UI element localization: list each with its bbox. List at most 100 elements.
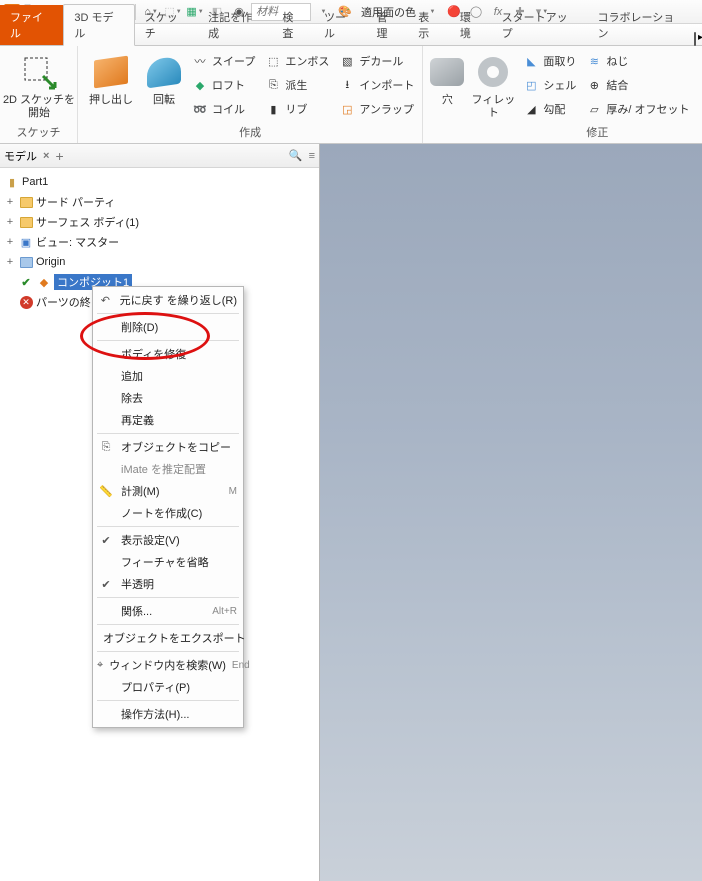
thread-icon: ≋ bbox=[586, 53, 602, 69]
ctx-remove[interactable]: 除去 bbox=[93, 387, 243, 409]
chamfer-label: 面取り bbox=[543, 53, 576, 69]
ctx-suppress-feature-label: フィーチャを省略 bbox=[121, 554, 237, 570]
derive-label: 派生 bbox=[285, 77, 307, 93]
folder-icon bbox=[18, 254, 34, 270]
ctx-translucent[interactable]: ✔半透明 bbox=[93, 573, 243, 595]
rib-button[interactable]: ▮リブ bbox=[261, 98, 333, 120]
start-2d-sketch-button[interactable]: 2D スケッチを 開始 bbox=[4, 50, 74, 119]
thicken-button[interactable]: ▱厚み/ オフセット bbox=[582, 98, 693, 120]
ctx-add[interactable]: 追加 bbox=[93, 365, 243, 387]
revolve-button[interactable]: 回転 bbox=[142, 50, 186, 107]
separator bbox=[97, 651, 239, 652]
thread-label: ねじ bbox=[606, 53, 628, 69]
chamfer-icon: ◣ bbox=[523, 53, 539, 69]
expander-icon[interactable]: + bbox=[4, 256, 16, 268]
split-button[interactable]: ⎅分割 bbox=[695, 50, 702, 72]
tab-startup[interactable]: スタートアップ bbox=[492, 5, 588, 45]
direct-button[interactable]: ✦ダイレク bbox=[695, 74, 702, 96]
ctx-repair-body[interactable]: ボディを修復 bbox=[93, 343, 243, 365]
tab-collaborate[interactable]: コラボレーション bbox=[588, 5, 695, 45]
browser-title: モデル bbox=[4, 148, 37, 164]
expander-icon[interactable]: + bbox=[4, 216, 16, 228]
tree-part-label: Part1 bbox=[22, 176, 48, 188]
tab-file[interactable]: ファイル bbox=[0, 5, 63, 45]
separator bbox=[97, 313, 239, 314]
emboss-button[interactable]: ⬚エンボス bbox=[261, 50, 333, 72]
ctx-how-to[interactable]: 操作方法(H)... bbox=[93, 703, 243, 725]
search-icon[interactable]: 🔍 bbox=[289, 149, 303, 162]
browser-close-icon[interactable]: × bbox=[43, 150, 49, 162]
tab-manage[interactable]: 管理 bbox=[367, 5, 409, 45]
tab-inspect[interactable]: 検査 bbox=[272, 5, 314, 45]
ctx-measure[interactable]: 📏計測(M)M bbox=[93, 480, 243, 502]
coil-button[interactable]: ➿コイル bbox=[188, 98, 259, 120]
hole-button[interactable]: 穴 bbox=[427, 50, 467, 107]
revolve-label: 回転 bbox=[153, 94, 175, 107]
extrude-button[interactable]: 押し出し bbox=[82, 50, 140, 107]
check-icon: ✔ bbox=[97, 534, 115, 547]
combine-button[interactable]: ⊕結合 bbox=[582, 74, 693, 96]
copy-icon: ⎘ bbox=[97, 441, 115, 454]
panel-sketch-title: スケッチ bbox=[0, 124, 77, 143]
delete-face-button[interactable]: ✖面を 削 bbox=[695, 98, 702, 120]
ctx-measure-label: 計測(M) bbox=[121, 483, 223, 499]
ctx-redefine[interactable]: 再定義 bbox=[93, 409, 243, 431]
loft-button[interactable]: ◆ロフト bbox=[188, 74, 259, 96]
folder-icon bbox=[18, 214, 34, 230]
tab-view[interactable]: 表示 bbox=[408, 5, 450, 45]
derive-button[interactable]: ⎘派生 bbox=[261, 74, 333, 96]
panel-modify-title: 修正 bbox=[423, 124, 702, 143]
find-icon: ⌖ bbox=[97, 659, 103, 672]
tree-origin[interactable]: +Origin bbox=[0, 252, 319, 272]
sweep-button[interactable]: 〰スイープ bbox=[188, 50, 259, 72]
coil-label: コイル bbox=[212, 101, 245, 117]
ctx-create-note[interactable]: ノートを作成(C) bbox=[93, 502, 243, 524]
tree-part[interactable]: ▮Part1 bbox=[0, 172, 319, 192]
ctx-export-object[interactable]: オブジェクトをエクスポート bbox=[93, 627, 243, 649]
tab-sketch[interactable]: スケッチ bbox=[135, 5, 198, 45]
hole-label: 穴 bbox=[442, 94, 453, 107]
tab-environments[interactable]: 環境 bbox=[450, 5, 492, 45]
resume-icon[interactable] bbox=[694, 32, 696, 46]
ctx-create-note-label: ノートを作成(C) bbox=[121, 505, 237, 521]
ctx-delete[interactable]: 削除(D) bbox=[93, 316, 243, 338]
tree-surface-bodies[interactable]: +サーフェス ボディ(1) bbox=[0, 212, 319, 232]
unwrap-button[interactable]: ◲アンラップ bbox=[335, 98, 418, 120]
tree-view-master[interactable]: +▣ビュー: マスター bbox=[0, 232, 319, 252]
tree-third-party[interactable]: +サード パーティ bbox=[0, 192, 319, 212]
shell-button[interactable]: ◰シェル bbox=[519, 74, 580, 96]
ctx-repeat-undo[interactable]: ↶元に戻す を繰り返し(R) bbox=[93, 289, 243, 311]
combine-label: 結合 bbox=[606, 77, 628, 93]
browser-add-icon[interactable]: + bbox=[55, 148, 63, 164]
separator bbox=[97, 340, 239, 341]
expander-icon[interactable]: + bbox=[4, 236, 16, 248]
ctx-suppress-feature[interactable]: フィーチャを省略 bbox=[93, 551, 243, 573]
shell-label: シェル bbox=[543, 77, 576, 93]
ctx-properties[interactable]: プロパティ(P) bbox=[93, 676, 243, 698]
ctx-how-to-label: 操作方法(H)... bbox=[121, 706, 237, 722]
unwrap-icon: ◲ bbox=[339, 101, 355, 117]
import-button[interactable]: ⭳インポート bbox=[335, 74, 418, 96]
loft-label: ロフト bbox=[212, 77, 245, 93]
decal-button[interactable]: ▧デカール bbox=[335, 50, 418, 72]
ctx-infer-imates[interactable]: iMate を推定配置 bbox=[93, 458, 243, 480]
thread-button[interactable]: ≋ねじ bbox=[582, 50, 693, 72]
ctx-find-in-window[interactable]: ⌖ウィンドウ内を検索(W)End bbox=[93, 654, 243, 676]
tab-annotate[interactable]: 注記を作成 bbox=[198, 5, 272, 45]
ctx-copy-object-label: オブジェクトをコピー bbox=[121, 439, 237, 455]
ctx-display-settings[interactable]: ✔ 表示設定(V) bbox=[93, 529, 243, 551]
tab-3d-model[interactable]: 3D モデル bbox=[63, 4, 134, 46]
menu-icon[interactable]: ≡ bbox=[309, 150, 315, 162]
expander-icon[interactable]: + bbox=[4, 196, 16, 208]
ctx-relationships-shortcut: Alt+R bbox=[212, 606, 237, 617]
tab-tools[interactable]: ツール bbox=[314, 5, 367, 45]
chamfer-button[interactable]: ◣面取り bbox=[519, 50, 580, 72]
ctx-copy-object[interactable]: ⎘ オブジェクトをコピー bbox=[93, 436, 243, 458]
draft-button[interactable]: ◢勾配 bbox=[519, 98, 580, 120]
ctx-relationships[interactable]: 関係...Alt+R bbox=[93, 600, 243, 622]
fillet-button[interactable]: フィレット bbox=[469, 50, 517, 119]
ctx-display-settings-label: 表示設定(V) bbox=[121, 532, 237, 548]
panel-sketch: 2D スケッチを 開始 スケッチ bbox=[0, 46, 78, 143]
part-icon: ▮ bbox=[4, 174, 20, 190]
graphics-canvas[interactable] bbox=[320, 144, 702, 881]
